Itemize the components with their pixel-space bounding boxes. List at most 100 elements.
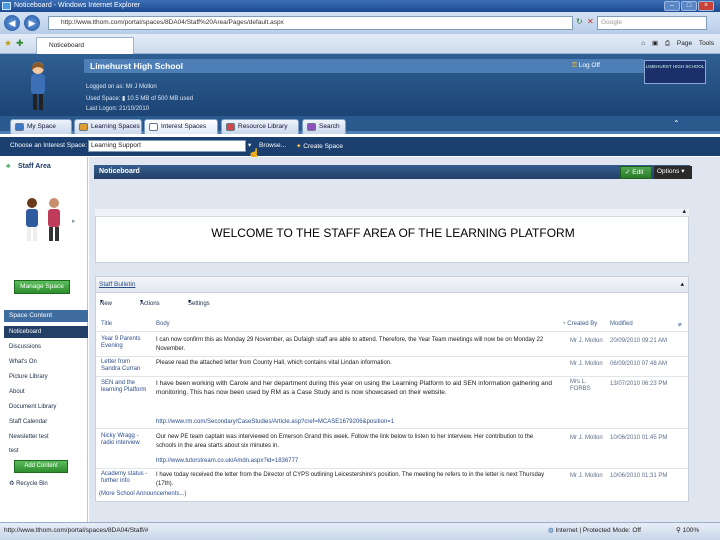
row-created-by[interactable]: Mr J. Mollon <box>570 361 603 368</box>
add-favorites-icon[interactable]: ✚ <box>16 38 24 49</box>
home-icon[interactable]: ⌂ <box>641 40 645 47</box>
school-logo: LIMEHURST HIGH SCHOOL <box>644 60 706 84</box>
sidebar-item-discussions[interactable]: Discussions <box>9 344 41 350</box>
space-select[interactable]: Learning Support <box>88 140 246 152</box>
row-created-by[interactable]: Mr J. Mollon <box>570 473 603 480</box>
tab-search[interactable]: Search <box>302 119 346 134</box>
staff-area-icon: ♣ <box>6 163 11 170</box>
refresh-icon[interactable]: ↻ <box>576 17 583 26</box>
create-space-link[interactable]: ✦ Create Space <box>296 142 343 150</box>
learning-spaces-icon <box>79 123 88 131</box>
table-row[interactable]: Academy status - further info I have tod… <box>96 468 688 490</box>
create-space-label: Create Space <box>303 143 344 150</box>
row-title[interactable]: Nicky Wragg - radio interview <box>101 433 151 447</box>
row-created-by[interactable]: Mrs L. FORBS <box>570 379 602 393</box>
new-menu[interactable]: New ▾ <box>100 298 112 307</box>
space-chooser-bar: Choose an Interest Space: Learning Suppo… <box>0 137 720 160</box>
tab-my-space[interactable]: My Space <box>10 119 72 134</box>
tab-my-space-label: My Space <box>27 123 56 130</box>
column-modified[interactable]: Modified <box>610 321 633 327</box>
collapse-icon[interactable]: ▴ <box>682 207 686 215</box>
settings-menu[interactable]: Settings ▾ <box>188 298 210 307</box>
tools-menu[interactable]: Tools <box>699 40 714 47</box>
create-space-icon: ✦ <box>296 143 302 150</box>
browse-link[interactable]: Browse... <box>259 142 286 149</box>
status-url: http://www.lthom.com/portal/spaces/8DA04… <box>4 527 149 534</box>
column-title[interactable]: Title <box>101 321 112 327</box>
actions-menu[interactable]: Actions ▾ <box>140 298 160 307</box>
tab-learning-spaces[interactable]: Learning Spaces <box>74 119 142 134</box>
add-content-button[interactable]: Add Content <box>14 460 68 473</box>
sidebar-item-noticeboard[interactable]: Noticeboard <box>4 326 88 338</box>
row-modified: 20/09/2010 09:21 AM <box>610 338 668 344</box>
row-title[interactable]: Academy status - further info <box>101 471 153 485</box>
page-menu[interactable]: Page <box>677 40 692 47</box>
collapse-header-icon[interactable]: ⌃ <box>673 119 680 128</box>
print-icon[interactable]: ⎙ <box>665 40 670 47</box>
window-titlebar: Noticeboard - Windows Internet Explorer … <box>0 0 720 12</box>
row-title[interactable]: Letter from Sandra Curran <box>101 359 151 373</box>
manage-space-button[interactable]: Manage Space <box>14 280 70 294</box>
table-row[interactable]: Year 9 Parents Evening I can now confirm… <box>96 331 688 356</box>
recycle-bin-label: Recycle Bin <box>16 481 48 487</box>
row-created-by[interactable]: Mr J. Mollon <box>570 338 603 345</box>
space-content-heading: Space Content <box>4 310 88 322</box>
column-body[interactable]: Body <box>156 321 170 327</box>
edit-button-label: Edit <box>632 169 644 176</box>
row-title[interactable]: Year 9 Parents Evening <box>101 336 151 350</box>
dropdown-arrow-icon[interactable]: ▾ <box>248 141 251 149</box>
sidebar-item-document-library[interactable]: Document Library <box>9 404 56 410</box>
stop-icon[interactable]: ✕ <box>587 17 594 26</box>
sidebar-item-staff-calendar[interactable]: Staff Calendar <box>9 419 47 425</box>
logged-on-as: Logged on as: Mr J Mollon <box>86 84 157 90</box>
bulletin-collapse-icon[interactable]: ▴ <box>680 280 684 288</box>
sidebar-title-text: Staff Area <box>18 163 51 170</box>
row-body: I can now confirm this as Monday 29 Nove… <box>156 337 544 352</box>
row-title[interactable]: SEN and the learning Platform <box>101 380 151 394</box>
log-off-link[interactable]: ⚿ Log Off <box>572 62 600 70</box>
search-icon <box>307 123 316 131</box>
sidebar-item-picture-library[interactable]: Picture Library <box>9 374 48 380</box>
sort-icon: ◔ <box>562 321 566 327</box>
recycle-bin-link[interactable]: ♻ Recycle Bin <box>9 480 48 487</box>
forward-icon[interactable]: ▶ <box>24 15 40 31</box>
tab-noticeboard[interactable]: Noticeboard <box>36 37 134 54</box>
feeds-icon[interactable]: ▣ <box>652 40 658 47</box>
table-row[interactable]: Letter from Sandra Curran Please read th… <box>96 356 688 376</box>
zoom-level[interactable]: ⚲ 100% <box>676 523 699 539</box>
key-icon: ⚿ <box>572 62 577 69</box>
sidebar: ♣ Staff Area ▸ Manage Space Space Content… <box>0 157 88 522</box>
maximize-button[interactable]: □ <box>681 1 697 11</box>
favorites-star-icon[interactable]: ★ <box>4 38 12 49</box>
row-modified: 13/07/2010 06:23 PM <box>610 381 668 387</box>
table-row[interactable]: Nicky Wragg - radio interview Our new PE… <box>96 428 688 468</box>
my-space-icon <box>15 123 24 131</box>
bulletin-title[interactable]: Staff Bulletin <box>96 277 688 293</box>
used-space: Used Space: ▮ 10.5 MB of 500 MB used <box>86 96 194 102</box>
next-arrow-icon[interactable]: ▸ <box>72 217 76 225</box>
column-created-by[interactable]: ◔ Created By <box>562 321 597 327</box>
sidebar-item-test[interactable]: test <box>9 448 19 454</box>
staff-bulletin: Staff Bulletin ▴ New ▾ Actions ▾ Setting… <box>95 276 689 502</box>
row-modified: 10/06/2010 01:31 PM <box>610 473 668 479</box>
sidebar-item-whats-on[interactable]: What's On <box>9 359 37 365</box>
edit-button[interactable]: ✓ Edit <box>620 166 652 179</box>
row-body: I have been working with Carole and her … <box>156 380 553 396</box>
row-created-by[interactable]: Mr J. Mollon <box>570 435 603 442</box>
url-field[interactable]: http://www.lthom.com/portal/spaces/8DA04… <box>48 16 573 30</box>
minimize-button[interactable]: – <box>664 1 680 11</box>
back-icon[interactable]: ◀ <box>4 15 20 31</box>
tab-resource-library[interactable]: Resource Library <box>221 119 299 134</box>
table-row[interactable]: SEN and the learning Platform I have bee… <box>96 376 688 428</box>
close-button[interactable]: × <box>698 1 714 11</box>
row-link[interactable]: http://www.tutorstream.co.uk/Amdn.aspx?i… <box>156 457 552 466</box>
sidebar-item-newsletter-test[interactable]: Newsletter test <box>9 434 49 440</box>
more-announcements-link[interactable]: (More School Announcements...) <box>99 491 186 498</box>
search-input[interactable]: Google <box>597 16 707 30</box>
row-link[interactable]: http://www.rm.com/Secondary/CaseStudies/… <box>156 418 552 427</box>
sidebar-item-about[interactable]: About <box>9 389 25 395</box>
tab-interest-spaces[interactable]: Interest Spaces <box>144 119 218 134</box>
options-button[interactable]: Options ▾ <box>654 166 692 179</box>
window-title: Noticeboard - Windows Internet Explorer <box>14 2 141 9</box>
tab-learning-spaces-label: Learning Spaces <box>91 123 140 130</box>
